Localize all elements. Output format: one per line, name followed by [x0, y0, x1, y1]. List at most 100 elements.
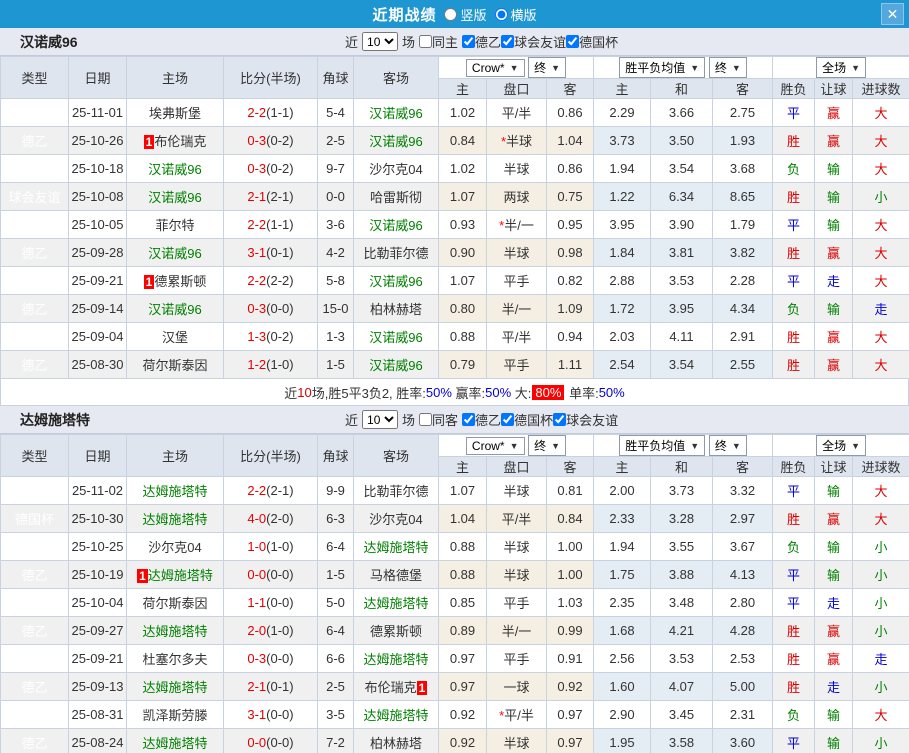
- close-button[interactable]: ✕: [881, 3, 904, 25]
- asian-away-odds: 1.00: [546, 532, 594, 561]
- euro-home-odds: 1.72: [593, 294, 651, 323]
- home-team: 达姆施塔特: [142, 680, 208, 695]
- date-cell: 25-09-27: [68, 616, 127, 645]
- filter-bar: 近 10 场 同主 德乙 球会友谊 德国杯: [345, 32, 618, 51]
- league-checkbox[interactable]: 球会友谊: [553, 410, 618, 429]
- asian-away-odds: 0.94: [546, 322, 594, 351]
- goals-result-cell: 大: [852, 210, 909, 239]
- chevron-down-icon: ▼: [731, 440, 741, 451]
- col-asian-home: 主: [438, 78, 487, 99]
- win-draw-lose-cell: 胜: [772, 238, 816, 267]
- asian-away-odds: 0.99: [546, 616, 594, 645]
- home-team: 汉诺威96: [148, 302, 202, 317]
- final-odds-select[interactable]: 终 ▼: [708, 57, 747, 78]
- half-time-score: (1-1): [266, 105, 294, 120]
- match-count-select[interactable]: 10: [362, 32, 399, 51]
- col-corner: 角球: [317, 434, 354, 477]
- type-cell: 德乙: [0, 700, 69, 729]
- euro-away-odds: 3.68: [711, 154, 774, 183]
- euro-away-odds: 3.67: [711, 532, 774, 561]
- handicap-result-cell: 走: [814, 672, 854, 701]
- score-cell: 2-2(2-1): [223, 476, 318, 505]
- handicap-result-cell: 赢: [814, 98, 854, 127]
- full-time-score: 0-0: [247, 567, 267, 582]
- handicap-result-cell: 输: [814, 182, 854, 211]
- scope-select[interactable]: 全场 ▼: [816, 57, 866, 78]
- euro-home-odds: 1.75: [593, 560, 651, 589]
- asian-home-odds: 1.04: [438, 504, 487, 533]
- goals-result-cell: 小: [852, 588, 909, 617]
- same-venue-checkbox[interactable]: 同主: [419, 32, 458, 51]
- home-team: 达姆施塔特: [147, 568, 213, 583]
- chevron-down-icon: ▼: [731, 62, 741, 73]
- layout-radio-horizontal[interactable]: 横版: [494, 5, 537, 24]
- win-draw-lose-cell: 负: [772, 294, 816, 323]
- asian-away-odds: 0.84: [546, 504, 594, 533]
- win-draw-lose-cell: 平: [772, 210, 816, 239]
- euro-draw-odds: 3.53: [650, 644, 713, 673]
- euro-draw-odds: 3.54: [650, 350, 713, 379]
- half-time-score: (0-0): [266, 595, 294, 610]
- final-odds-select[interactable]: 终 ▼: [708, 435, 747, 456]
- away-team-cell: 布伦瑞克 1: [353, 672, 439, 701]
- table-row: 德乙 25-09-27 达姆施塔特 2-0(1-0) 6-4 德累斯顿 0.89…: [0, 616, 909, 645]
- final-odds-select[interactable]: 终 ▼: [528, 435, 567, 456]
- score-cell: 2-2(1-1): [223, 210, 318, 239]
- asian-home-odds: 0.88: [438, 322, 487, 351]
- asian-handicap-line: 平手: [486, 644, 547, 673]
- asian-handicap-line: 半球: [486, 560, 547, 589]
- goals-result-cell: 大: [852, 238, 909, 267]
- score-cell: 1-3(0-2): [223, 322, 318, 351]
- league-checkbox[interactable]: 德乙: [462, 410, 501, 429]
- handicap-result-cell: 赢: [814, 238, 854, 267]
- col-asian-line: 盘口: [486, 456, 547, 477]
- home-team: 杜塞尔多夫: [142, 652, 208, 667]
- league-filter-group: 德乙 德国杯 球会友谊: [462, 410, 618, 429]
- avg-odds-select[interactable]: 胜平负均值 ▼: [619, 57, 706, 78]
- euro-home-odds: 1.22: [593, 182, 651, 211]
- asian-home-odds: 1.07: [438, 182, 487, 211]
- euro-home-odds: 1.84: [593, 238, 651, 267]
- asian-away-odds: 0.91: [546, 644, 594, 673]
- goals-result-cell: 大: [852, 98, 909, 127]
- euro-home-odds: 2.56: [593, 644, 651, 673]
- goals-result-cell: 大: [852, 266, 909, 295]
- league-checkbox[interactable]: 球会友谊: [501, 32, 566, 51]
- league-checkbox[interactable]: 德国杯: [501, 410, 553, 429]
- full-time-score: 3-1: [247, 707, 267, 722]
- scope-select[interactable]: 全场 ▼: [816, 435, 866, 456]
- euro-away-odds: 2.91: [711, 322, 774, 351]
- match-count-select[interactable]: 10: [362, 410, 399, 429]
- home-team-cell: 1 德累斯顿: [126, 266, 224, 295]
- win-draw-lose-cell: 胜: [772, 644, 816, 673]
- league-checkbox[interactable]: 德国杯: [566, 32, 618, 51]
- league-checkbox[interactable]: 德乙: [462, 32, 501, 51]
- chevron-down-icon: ▼: [690, 440, 700, 451]
- date-cell: 25-10-05: [68, 210, 127, 239]
- same-venue-checkbox[interactable]: 同客: [419, 410, 458, 429]
- section-header: 汉诺威96 近 10 场 同主 德乙 球会友谊 德国杯: [0, 28, 909, 56]
- asian-away-odds: 1.09: [546, 294, 594, 323]
- bookmaker-select[interactable]: Crow* ▼: [465, 59, 525, 77]
- home-team: 汉诺威96: [148, 246, 202, 261]
- final-odds-select[interactable]: 终 ▼: [528, 57, 567, 78]
- full-time-score: 2-0: [247, 623, 267, 638]
- asian-home-odds: 0.88: [438, 532, 487, 561]
- avg-odds-select[interactable]: 胜平负均值 ▼: [619, 435, 706, 456]
- euro-home-odds: 2.88: [593, 266, 651, 295]
- col-handicap: 让球: [814, 78, 854, 99]
- bookmaker-select[interactable]: Crow* ▼: [465, 437, 525, 455]
- score-cell: 0-3(0-2): [223, 154, 318, 183]
- goals-result-cell: 大: [852, 350, 909, 379]
- away-team: 比勒菲尔德: [363, 246, 429, 261]
- away-team-cell: 汉诺威96: [353, 210, 439, 239]
- results-table: 类型 日期 主场 比分(半场) 角球 客场 Crow* ▼ 终 ▼ 胜平负均值 ▼ 终…: [0, 434, 909, 753]
- date-cell: 25-10-18: [68, 154, 127, 183]
- horizontal-radio[interactable]: [494, 7, 508, 21]
- layout-radio-vertical[interactable]: 竖版: [444, 5, 487, 24]
- away-team-cell: 沙尔克04: [353, 154, 439, 183]
- asian-home-odds: 0.97: [438, 644, 487, 673]
- asian-home-odds: 0.97: [438, 672, 487, 701]
- vertical-radio[interactable]: [444, 7, 458, 21]
- score-cell: 4-0(2-0): [223, 504, 318, 533]
